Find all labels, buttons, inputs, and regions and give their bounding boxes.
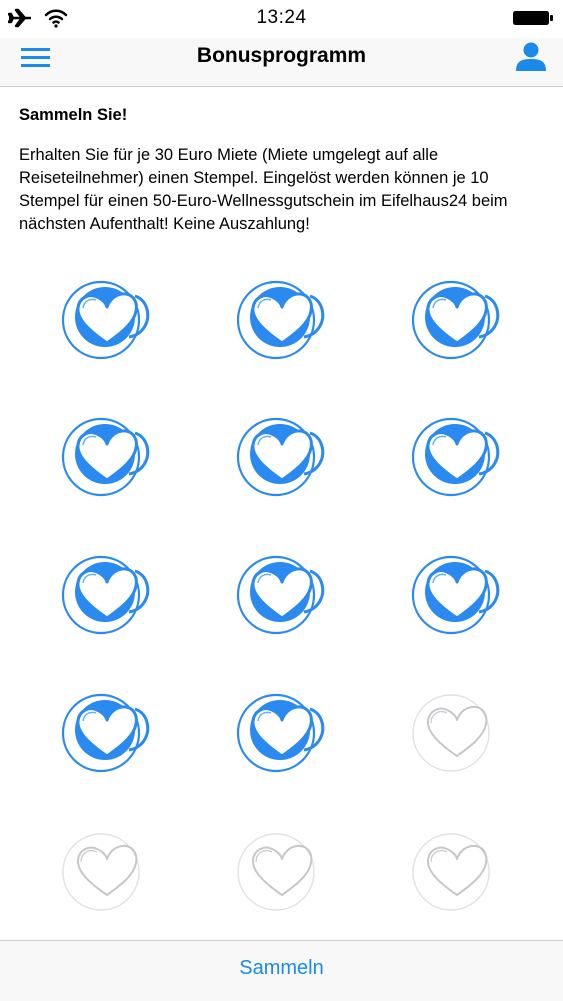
blue-heart-stamp-icon <box>57 270 157 370</box>
status-bar: 13:24 <box>0 0 563 38</box>
empty-heart-stamp-icon <box>57 822 157 922</box>
empty-heart-stamp-icon <box>407 822 507 922</box>
empty-heart-stamp-icon <box>407 683 507 783</box>
blue-heart-stamp-icon <box>407 545 507 645</box>
nav-bar: Bonusprogramm <box>0 38 563 87</box>
blue-heart-stamp-icon <box>407 270 507 370</box>
content: Sammeln Sie! Erhalten Sie für je 30 Euro… <box>19 106 544 236</box>
status-time: 13:24 <box>256 7 307 28</box>
empty-heart-stamp-icon <box>232 822 332 922</box>
section-description: Erhalten Sie für je 30 Euro Miete (Miete… <box>19 146 508 233</box>
battery-icon <box>512 9 554 32</box>
blue-heart-stamp-icon <box>57 407 157 507</box>
profile-button[interactable] <box>513 40 549 74</box>
user-icon <box>516 42 546 71</box>
blue-heart-stamp-icon <box>57 683 157 783</box>
blue-heart-stamp-icon <box>232 270 332 370</box>
collect-button[interactable]: Sammeln <box>0 957 563 980</box>
blue-heart-stamp-icon <box>232 683 332 783</box>
section-heading: Sammeln Sie! <box>19 106 128 124</box>
blue-heart-stamp-icon <box>407 407 507 507</box>
blue-heart-stamp-icon <box>232 545 332 645</box>
bottom-bar: Sammeln <box>0 940 563 1001</box>
page-title: Bonusprogramm <box>196 44 367 67</box>
blue-heart-stamp-icon <box>232 407 332 507</box>
blue-heart-stamp-icon <box>57 545 157 645</box>
